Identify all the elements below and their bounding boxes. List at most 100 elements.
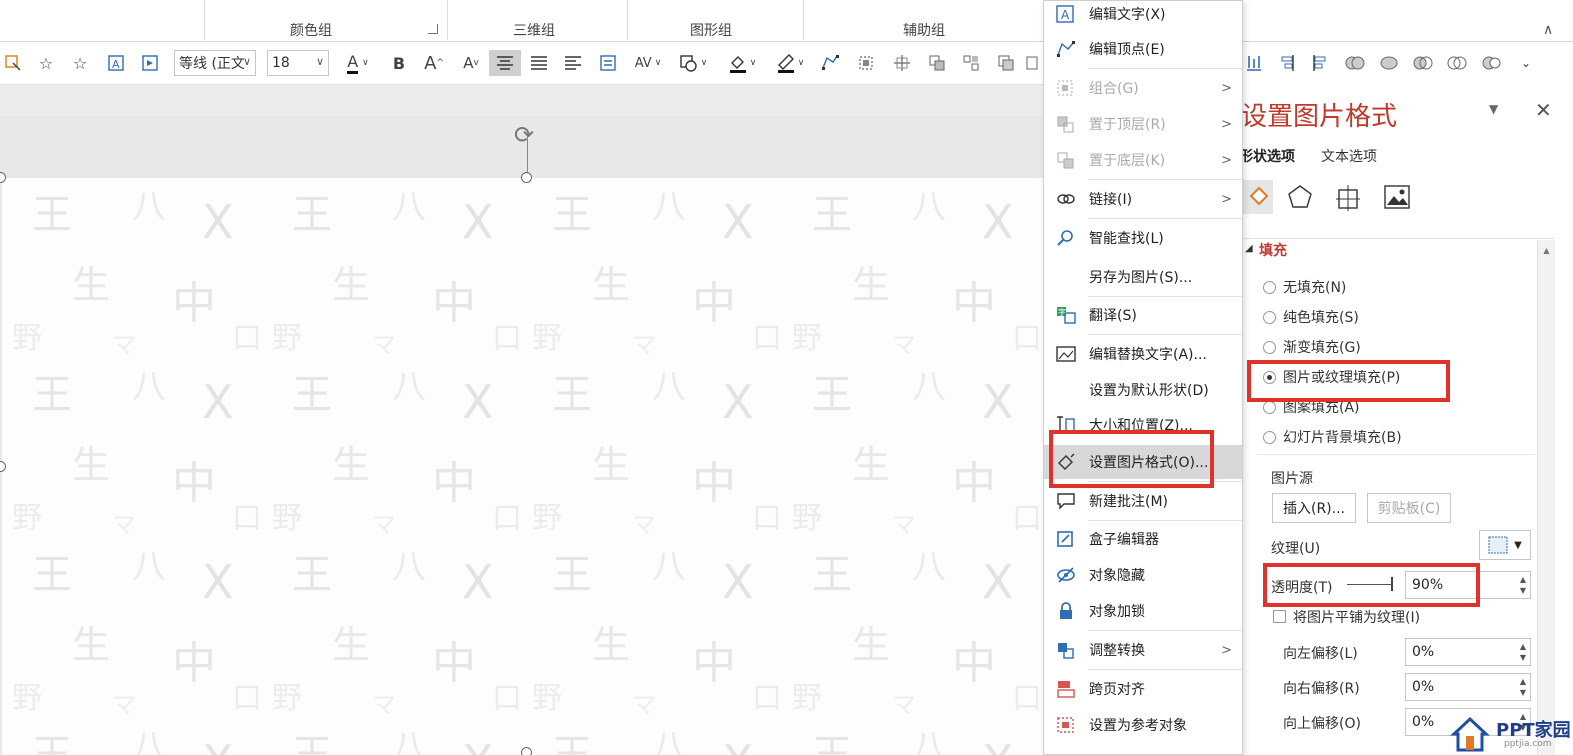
menu-new-comment[interactable]: 新建批注(M) (1044, 484, 1242, 518)
menu-send-back[interactable]: 置于底层(K) > (1044, 143, 1242, 177)
picture-icon[interactable] (1383, 184, 1411, 214)
radio-gradient-fill[interactable] (1263, 341, 1276, 354)
tile-label[interactable]: 将图片平铺为纹理(I) (1293, 607, 1420, 627)
menu-lock-object[interactable]: 对象加锁 (1044, 594, 1242, 628)
radio-no-fill[interactable] (1263, 281, 1276, 294)
star-icon[interactable]: ☆ (68, 50, 92, 76)
align-objects-icon[interactable] (853, 50, 879, 76)
radio-solid-fill[interactable] (1263, 311, 1276, 324)
menu-alt-text[interactable]: 编辑替换文字(A)... (1044, 337, 1242, 371)
rotate-handle-icon[interactable]: ⟳ (514, 123, 542, 147)
collapse-ribbon-icon[interactable]: ∧ (1543, 22, 1553, 38)
menu-edit-points[interactable]: 编辑顶点(E) (1044, 32, 1242, 66)
distribute-objects-icon[interactable] (889, 50, 915, 76)
texture-picker[interactable]: ▼ (1479, 530, 1531, 560)
label-solid-fill[interactable]: 纯色填充(S) (1283, 307, 1359, 327)
texture-label: 纹理(U) (1271, 541, 1321, 557)
house-logo-icon (1450, 716, 1490, 752)
menu-label: 盒子编辑器 (1089, 532, 1159, 548)
menu-reference-object[interactable]: 设置为参考对象 (1044, 708, 1242, 742)
label-gradient-fill[interactable]: 渐变填充(G) (1283, 337, 1361, 357)
tab-text-options[interactable]: 文本选项 (1321, 146, 1377, 166)
offset-left-value: 0% (1412, 644, 1435, 660)
outline-color-icon[interactable]: ∨ (770, 50, 810, 76)
toolbar-overflow-icon[interactable]: ⌄ (1516, 50, 1536, 76)
effects-pentagon-icon[interactable] (1287, 184, 1313, 214)
spinner-arrows-icon[interactable]: ▲ ▼ (1520, 641, 1526, 663)
label-no-fill[interactable]: 无填充(N) (1283, 277, 1346, 297)
menu-translate[interactable]: 字 翻译(S) (1044, 298, 1242, 332)
tile-checkbox[interactable] (1273, 610, 1286, 623)
tab-shape-options[interactable]: 形状选项 (1239, 146, 1295, 166)
dialog-launcher-icon[interactable] (428, 24, 438, 34)
edit-points-icon[interactable] (817, 50, 843, 76)
layer-icon[interactable] (993, 50, 1019, 76)
justify-icon[interactable] (527, 50, 551, 76)
fill-line-icon[interactable] (1243, 180, 1273, 214)
pane-options-icon[interactable]: ▼ (1489, 102, 1498, 116)
offset-right-label: 向右偏移(R) (1283, 681, 1360, 697)
align-left-icon[interactable] (561, 50, 585, 76)
text-box-icon[interactable]: A (104, 50, 128, 76)
menu-box-editor[interactable]: 盒子编辑器 (1044, 522, 1242, 556)
menu-hide-object[interactable]: 对象隐藏 (1044, 558, 1242, 592)
align-right-objects-icon[interactable] (1275, 50, 1299, 76)
radio-pattern-fill[interactable] (1263, 401, 1276, 414)
pane-scrollbar[interactable]: ▲ (1537, 240, 1555, 755)
menu-set-default-shape[interactable]: 设置为默认形状(D) (1044, 373, 1242, 407)
group-objects-icon[interactable] (924, 50, 950, 76)
scroll-up-icon[interactable]: ▲ (1538, 246, 1555, 255)
font-size-select[interactable]: 18 ∨ (267, 50, 329, 76)
fragment-shapes-icon[interactable] (1410, 50, 1436, 76)
ribbon-separator (627, 0, 628, 40)
close-icon[interactable]: ✕ (1535, 98, 1552, 122)
pptjia-logo: PPT家园 pptjia.com (1450, 712, 1573, 755)
star-outline-icon[interactable]: ☆ (34, 50, 58, 76)
text-frame-icon[interactable] (138, 50, 162, 76)
menu-smart-lookup[interactable]: 智能查找(L) (1044, 221, 1242, 255)
menu-edit-text[interactable]: A 编辑文字(X) (1044, 0, 1242, 31)
ribbon-group-helper: 辅助组 (903, 23, 945, 39)
character-spacing-button[interactable]: AV ∨ (628, 50, 668, 76)
spinner-arrows-icon[interactable]: ▲ ▼ (1520, 574, 1526, 596)
subtract-shapes-icon[interactable] (1478, 50, 1504, 76)
shape-style-icon[interactable]: ∨ (673, 50, 713, 76)
offset-right-input[interactable]: 0% ▲ ▼ (1405, 673, 1531, 701)
distribute-icon[interactable] (596, 50, 620, 76)
menu-bring-front[interactable]: 置于顶层(R) > (1044, 107, 1242, 141)
radio-slide-bg-fill[interactable] (1263, 431, 1276, 444)
clipboard-button[interactable]: 剪贴板(C) (1367, 493, 1451, 523)
font-color-button[interactable]: A ∨ (338, 50, 378, 76)
grow-font-button[interactable]: A ^ (420, 50, 448, 76)
ribbon-group-3d: 三维组 (513, 23, 555, 39)
label-slide-bg-fill[interactable]: 幻灯片背景填充(B) (1283, 427, 1402, 447)
combine-shapes-icon[interactable] (1376, 50, 1402, 76)
align-bottom-icon[interactable] (1244, 50, 1264, 76)
offset-right-value: 0% (1412, 679, 1435, 695)
spinner-arrows-icon[interactable]: ▲ ▼ (1520, 676, 1526, 698)
menu-link[interactable]: 链接(I) > (1044, 182, 1242, 216)
shape-select-icon[interactable] (2, 50, 24, 76)
align-center-icon[interactable] (489, 50, 521, 76)
fill-section-header[interactable]: 填充 (1259, 240, 1287, 260)
ribbon-group-shape: 图形组 (690, 23, 732, 39)
bold-button[interactable]: B (388, 50, 410, 76)
more-tools-icon[interactable] (1022, 50, 1042, 76)
resize-handle-bottom[interactable] (521, 747, 532, 755)
intersect-shapes-icon[interactable] (1444, 50, 1470, 76)
menu-adjust-convert[interactable]: 调整转换 > (1044, 633, 1242, 667)
union-shapes-icon[interactable] (1342, 50, 1368, 76)
shrink-font-button[interactable]: Av (457, 50, 485, 76)
size-properties-icon[interactable] (1335, 184, 1361, 216)
insert-picture-button[interactable]: 插入(R)... (1272, 493, 1356, 523)
font-name-select[interactable]: 等线 (正文 ∨ (174, 50, 256, 76)
menu-cross-page-align[interactable]: 跨页对齐 (1044, 672, 1242, 706)
menu-group[interactable]: 组合(G) > (1044, 71, 1242, 105)
align-left-objects-icon[interactable] (1308, 50, 1332, 76)
collapse-fill-icon[interactable]: ◢ (1245, 243, 1253, 254)
arrange-icon[interactable] (958, 50, 984, 76)
resize-handle-top[interactable] (521, 172, 532, 183)
fill-color-icon[interactable]: ∨ (722, 50, 762, 76)
offset-left-input[interactable]: 0% ▲ ▼ (1405, 638, 1531, 666)
menu-save-as-picture[interactable]: 另存为图片(S)... (1044, 260, 1242, 294)
